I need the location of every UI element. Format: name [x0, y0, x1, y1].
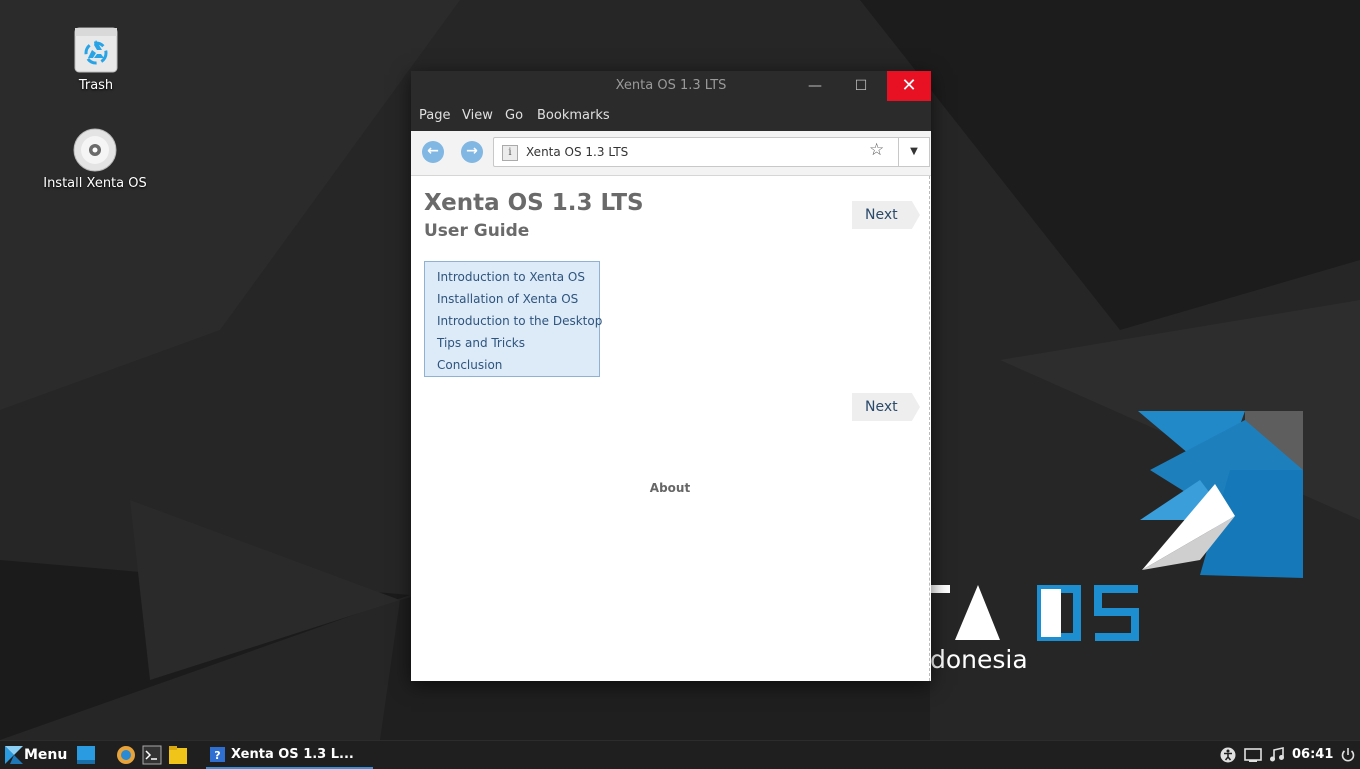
taskbar: Menu ? Xenta OS 1.3 L... 06:41	[0, 740, 1360, 769]
wallpaper-tagline: donesia	[930, 645, 1028, 674]
page-subtitle: User Guide	[424, 221, 530, 241]
desktop-icon-label: Install Xenta OS	[43, 176, 147, 191]
menu-go[interactable]: Go	[505, 101, 523, 131]
minimize-icon: —	[808, 78, 822, 94]
show-desktop-icon[interactable]	[76, 745, 96, 765]
help-content: Xenta OS 1.3 LTS User Guide Next Introdu…	[411, 176, 930, 681]
next-button-bottom[interactable]: Next	[852, 393, 920, 421]
location-text: Xenta OS 1.3 LTS	[526, 145, 629, 159]
maximize-button[interactable]: ☐	[839, 71, 883, 101]
xenta-menu-icon[interactable]	[4, 745, 24, 765]
files-launcher-icon[interactable]	[168, 745, 188, 765]
network-icon[interactable]	[1244, 747, 1262, 763]
terminal-launcher-icon[interactable]	[142, 745, 162, 765]
menu-button[interactable]: Menu	[24, 741, 67, 769]
menu-dropdown-button[interactable]: ▼	[898, 137, 930, 167]
forward-button[interactable]: →	[461, 141, 483, 163]
power-icon[interactable]	[1340, 747, 1356, 763]
chevron-down-icon: ▼	[910, 146, 918, 157]
taskbar-item-label: Xenta OS 1.3 L...	[231, 747, 354, 762]
close-button[interactable]: ✕	[887, 71, 931, 101]
table-of-contents: Introduction to Xenta OS Installation of…	[424, 261, 602, 377]
arrow-left-icon: ←	[427, 143, 439, 159]
location-bar[interactable]: i Xenta OS 1.3 LTS ☆	[493, 137, 900, 167]
back-button[interactable]: ←	[422, 141, 444, 163]
trash-icon	[74, 27, 118, 73]
nav-toolbar: ← → i Xenta OS 1.3 LTS ☆ ▼	[411, 131, 931, 176]
maximize-icon: ☐	[854, 78, 868, 94]
window-titlebar[interactable]: Xenta OS 1.3 LTS — ☐ ✕	[411, 71, 931, 101]
disc-icon	[73, 128, 117, 172]
browser-launcher-icon[interactable]	[116, 745, 136, 765]
info-icon[interactable]: i	[502, 145, 518, 161]
desktop-icon-trash[interactable]: Trash	[36, 26, 156, 93]
bookmark-star-icon[interactable]: ☆	[869, 140, 884, 160]
menu-page[interactable]: Page	[419, 101, 450, 131]
menu-bar: Page View Go Bookmarks	[411, 101, 931, 131]
clock[interactable]: 06:41	[1292, 741, 1333, 769]
next-button-top[interactable]: Next	[852, 201, 920, 229]
sound-icon[interactable]	[1269, 747, 1285, 763]
page-title: Xenta OS 1.3 LTS	[424, 190, 644, 216]
toc-link-introduction[interactable]: Introduction to Xenta OS	[425, 266, 599, 288]
desktop-icon-install[interactable]: Install Xenta OS	[35, 128, 155, 191]
menu-bookmarks[interactable]: Bookmarks	[537, 101, 610, 131]
arrow-right-icon: →	[466, 143, 478, 159]
help-app-icon: ?	[210, 747, 225, 762]
help-window: Xenta OS 1.3 LTS — ☐ ✕ Page View Go Book…	[411, 71, 931, 681]
svg-text:?: ?	[214, 749, 220, 762]
toc-link-installation[interactable]: Installation of Xenta OS	[425, 288, 599, 310]
menu-view[interactable]: View	[462, 101, 493, 131]
desktop-icon-label: Trash	[78, 78, 114, 93]
taskbar-item-help[interactable]: ? Xenta OS 1.3 L...	[206, 741, 373, 769]
accessibility-icon[interactable]	[1220, 747, 1236, 763]
toc-link-conclusion[interactable]: Conclusion	[425, 354, 599, 376]
about-link[interactable]: About	[411, 481, 929, 495]
toc-link-tips[interactable]: Tips and Tricks	[425, 332, 599, 354]
close-icon: ✕	[901, 75, 917, 96]
minimize-button[interactable]: —	[793, 71, 837, 101]
toc-link-desktop[interactable]: Introduction to the Desktop	[425, 310, 602, 332]
